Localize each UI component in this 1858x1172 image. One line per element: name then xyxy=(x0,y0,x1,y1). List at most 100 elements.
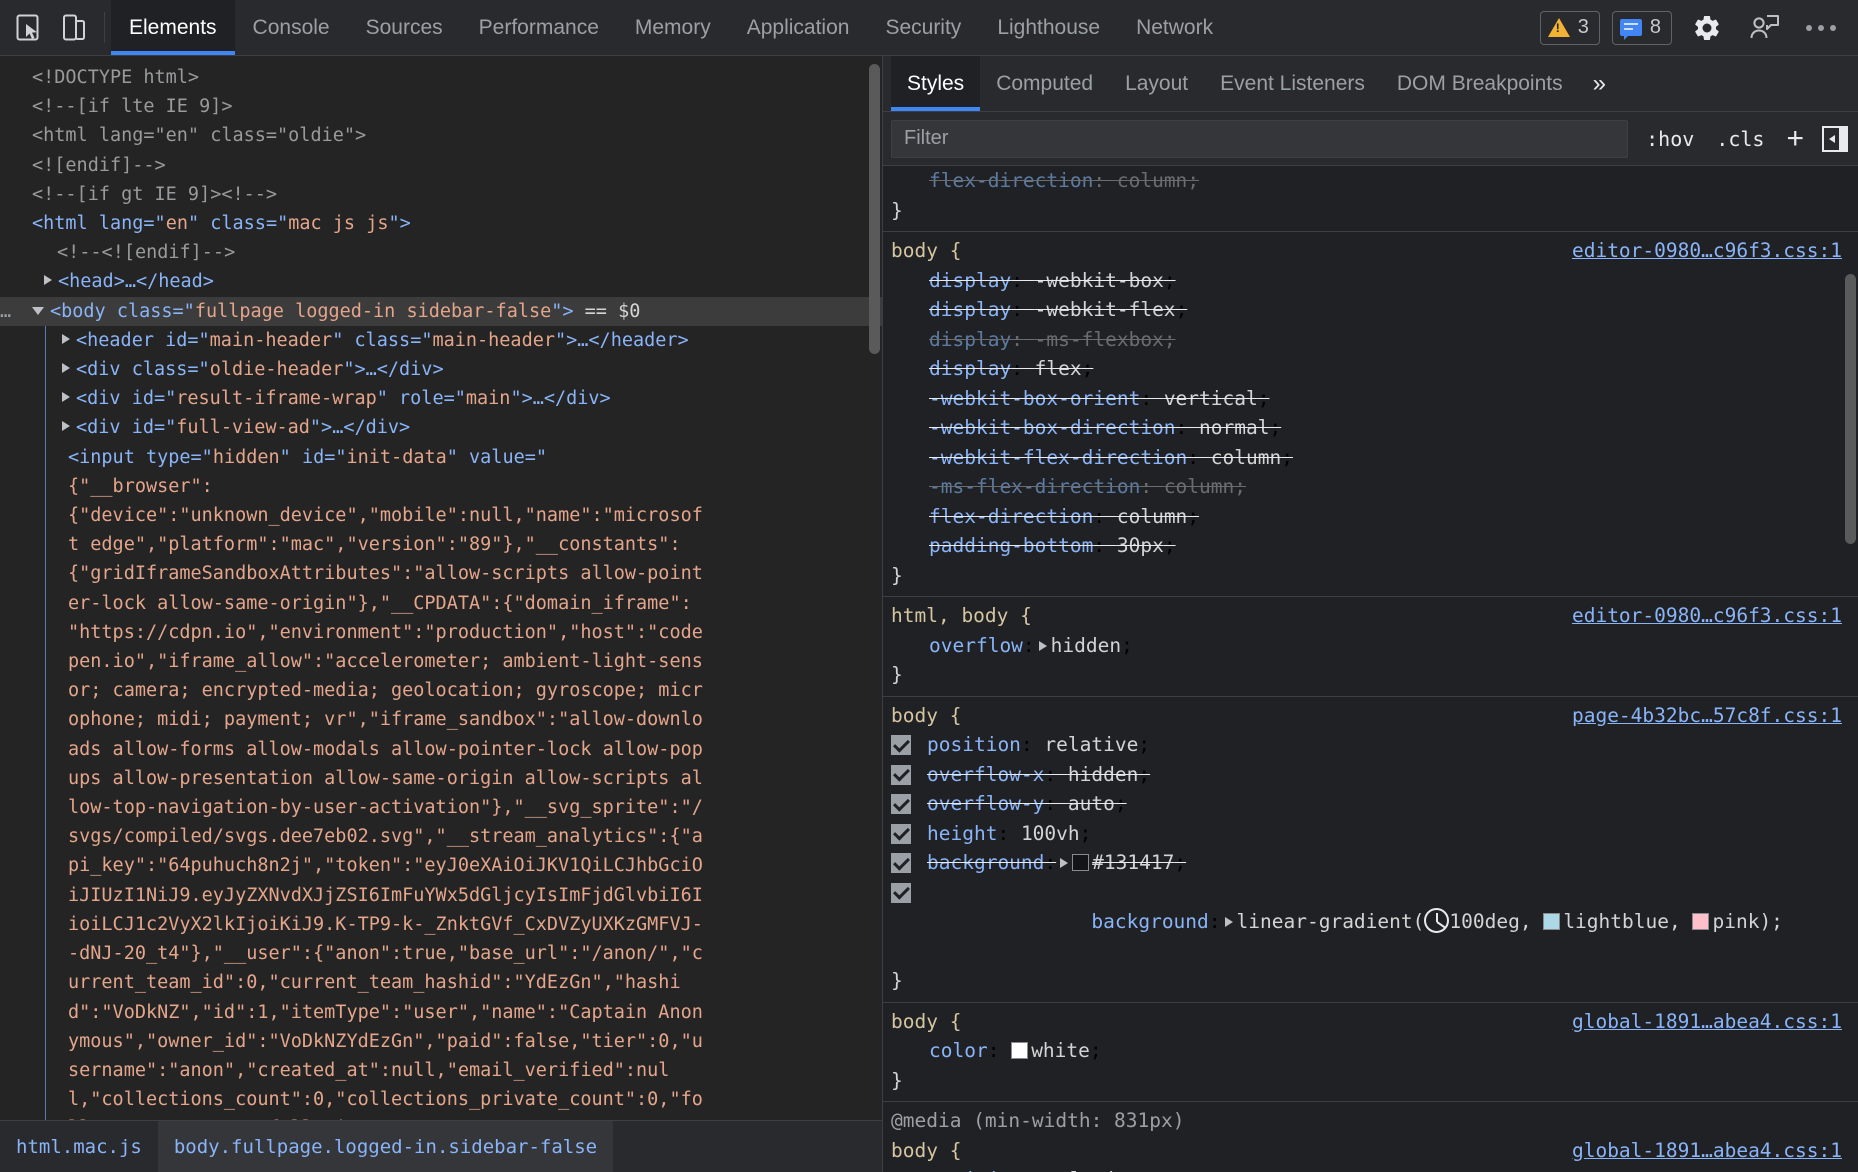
tab-network[interactable]: Network xyxy=(1118,0,1231,55)
declaration-checkbox-background-hex[interactable] xyxy=(891,853,911,873)
dom-node-doctype[interactable]: <!DOCTYPE html> xyxy=(0,63,882,92)
declaration-display-flex[interactable]: display: flex; xyxy=(883,354,1858,384)
color-swatch-white[interactable] xyxy=(1011,1042,1028,1059)
gradient-angle-value[interactable]: 100deg xyxy=(1449,910,1519,933)
selector-body-editor[interactable]: body { xyxy=(891,236,961,266)
expand-triangle-oldieheader-icon[interactable] xyxy=(62,363,70,373)
expand-triangle-head-icon[interactable] xyxy=(44,275,52,285)
expand-triangle-fullviewad-icon[interactable] xyxy=(62,421,70,431)
expand-shorthand-icon[interactable] xyxy=(1039,641,1047,651)
selector-media-body[interactable]: body { xyxy=(891,1136,961,1166)
dom-node-body-selected[interactable]: …<body class="fullpage logged-in sidebar… xyxy=(0,297,882,326)
tab-sources[interactable]: Sources xyxy=(348,0,461,55)
declaration-media-position[interactable]: position: relative; xyxy=(883,1165,1858,1172)
dom-node-endif[interactable]: <![endif]--> xyxy=(0,151,882,180)
dom-node-endif2[interactable]: <!--<![endif]--> xyxy=(0,238,882,267)
tab-computed[interactable]: Computed xyxy=(980,56,1109,111)
declaration-flex-direction-top[interactable]: flex-direction: column; xyxy=(883,166,1858,196)
tab-console[interactable]: Console xyxy=(235,0,348,55)
expand-triangle-resultiframe-icon[interactable] xyxy=(62,392,70,402)
inspect-cursor-icon[interactable] xyxy=(6,0,52,55)
color-swatch-131417[interactable] xyxy=(1072,854,1089,871)
declaration-padding-bottom[interactable]: padding-bottom: 30px; xyxy=(883,531,1858,561)
styles-filter-input[interactable] xyxy=(891,120,1628,158)
tab-elements[interactable]: Elements xyxy=(111,0,235,55)
declaration-webkit-box-orient[interactable]: -webkit-box-orient: vertical; xyxy=(883,384,1858,414)
chevron-double-right-icon[interactable]: » xyxy=(1579,56,1620,111)
declaration-background-hex[interactable]: background:#131417; xyxy=(883,848,1858,878)
breadcrumb-item-body[interactable]: body.fullpage.logged-in.sidebar-false xyxy=(158,1121,613,1172)
tab-dom-breakpoints[interactable]: DOM Breakpoints xyxy=(1381,56,1579,111)
dom-node-head[interactable]: <head>…</head> xyxy=(0,267,882,296)
selector-body-page[interactable]: body { xyxy=(891,701,961,731)
tab-performance[interactable]: Performance xyxy=(461,0,617,55)
css-rules-list[interactable]: flex-direction: column; } body { editor-… xyxy=(883,166,1858,1172)
declaration-ms-flex-direction[interactable]: -ms-flex-direction: column; xyxy=(883,472,1858,502)
declaration-color-white[interactable]: color: white; xyxy=(883,1036,1858,1066)
dom-node-header[interactable]: <header id="main-header" class="main-hea… xyxy=(0,326,882,355)
declaration-height[interactable]: height: 100vh; xyxy=(883,819,1858,849)
declaration-webkit-box-direction[interactable]: -webkit-box-direction: normal; xyxy=(883,413,1858,443)
tab-memory[interactable]: Memory xyxy=(617,0,729,55)
declaration-checkbox-background-gradient[interactable] xyxy=(891,883,911,903)
dom-tree-scrollbar[interactable] xyxy=(869,64,880,354)
declaration-display-webkit-box[interactable]: display: -webkit-box; xyxy=(883,266,1858,296)
color-swatch-pink[interactable] xyxy=(1692,913,1709,930)
declaration-position-relative[interactable]: position: relative; xyxy=(883,730,1858,760)
new-style-rule-button[interactable]: + xyxy=(1782,124,1808,154)
dom-node-result-iframe-wrap[interactable]: <div id="result-iframe-wrap" role="main"… xyxy=(0,384,882,413)
origin-link-media-body[interactable]: global-1891…abea4.css:1 xyxy=(1572,1136,1842,1166)
declaration-display-webkit-flex[interactable]: display: -webkit-flex; xyxy=(883,295,1858,325)
expand-background-icon[interactable] xyxy=(1060,858,1068,868)
origin-link-body-page[interactable]: page-4b32bc…57c8f.css:1 xyxy=(1572,701,1842,731)
tab-security[interactable]: Security xyxy=(867,0,979,55)
css-pane-scrollbar[interactable] xyxy=(1845,274,1856,544)
declaration-checkbox-position[interactable] xyxy=(891,735,911,755)
toggle-sidebar-icon[interactable] xyxy=(1822,126,1848,152)
dom-node-full-view-ad[interactable]: <div id="full-view-ad">…</div> xyxy=(0,413,882,442)
declaration-overflow-y[interactable]: overflow-y: auto; xyxy=(883,789,1858,819)
gear-icon[interactable] xyxy=(1684,13,1730,43)
cls-toggle-button[interactable]: .cls xyxy=(1712,127,1768,151)
dom-node-init-data-input[interactable]: <input type="hidden" id="init-data" valu… xyxy=(0,443,882,472)
expand-triangle-header-icon[interactable] xyxy=(62,334,70,344)
dom-node-html-mac[interactable]: <html lang="en" class="mac js js"> xyxy=(0,209,882,238)
dom-node-conditional-gt[interactable]: <!--[if gt IE 9]><!--> xyxy=(0,180,882,209)
expand-gradient-icon[interactable] xyxy=(1225,917,1233,927)
origin-link-html-body[interactable]: editor-0980…c96f3.css:1 xyxy=(1572,601,1842,631)
declaration-checkbox-overflow-y[interactable] xyxy=(891,794,911,814)
declaration-webkit-flex-direction[interactable]: -webkit-flex-direction: column; xyxy=(883,443,1858,473)
breadcrumb-item-html[interactable]: html.mac.js xyxy=(0,1121,158,1172)
declaration-overflow-x[interactable]: overflow-x: hidden; xyxy=(883,760,1858,790)
tab-application[interactable]: Application xyxy=(729,0,868,55)
feedback-person-icon[interactable] xyxy=(1742,13,1788,43)
gradient-stop2-value[interactable]: pink xyxy=(1712,910,1759,933)
origin-link-body-editor[interactable]: editor-0980…c96f3.css:1 xyxy=(1572,236,1842,266)
dom-init-data-value-text[interactable]: {"__browser": {"device":"unknown_device"… xyxy=(0,472,882,1120)
dom-node-oldie-header[interactable]: <div class="oldie-header">…</div> xyxy=(0,355,882,384)
dom-node-html-oldie[interactable]: <html lang="en" class="oldie"> xyxy=(0,121,882,150)
gradient-stop1-value[interactable]: lightblue xyxy=(1563,910,1669,933)
tab-lighthouse[interactable]: Lighthouse xyxy=(979,0,1118,55)
declaration-background-gradient[interactable]: background:linear-gradient(100deg, light… xyxy=(883,878,1858,967)
collapse-triangle-body-icon[interactable] xyxy=(32,307,44,315)
angle-dial-icon[interactable] xyxy=(1424,908,1449,933)
hov-toggle-button[interactable]: :hov xyxy=(1642,127,1698,151)
more-options-icon[interactable] xyxy=(1800,25,1842,31)
selector-html-body[interactable]: html, body { xyxy=(891,601,1032,631)
declaration-overflow-hidden[interactable]: overflow:hidden; xyxy=(883,631,1858,661)
declaration-display-ms-flexbox[interactable]: display: -ms-flexbox; xyxy=(883,325,1858,355)
warning-counter[interactable]: 3 xyxy=(1540,11,1600,45)
declaration-flex-direction[interactable]: flex-direction: column; xyxy=(883,502,1858,532)
declaration-checkbox-overflow-x[interactable] xyxy=(891,765,911,785)
message-counter[interactable]: 8 xyxy=(1612,11,1672,45)
selector-body-global[interactable]: body { xyxy=(891,1007,961,1037)
device-toggle-icon[interactable] xyxy=(52,0,98,55)
dom-tree-scroll[interactable]: <!DOCTYPE html> <!--[if lte IE 9]> <html… xyxy=(0,56,882,1120)
tab-event-listeners[interactable]: Event Listeners xyxy=(1204,56,1381,111)
declaration-checkbox-height[interactable] xyxy=(891,824,911,844)
tab-layout[interactable]: Layout xyxy=(1109,56,1204,111)
origin-link-body-global[interactable]: global-1891…abea4.css:1 xyxy=(1572,1007,1842,1037)
tab-styles[interactable]: Styles xyxy=(891,56,980,111)
dom-node-conditional-open[interactable]: <!--[if lte IE 9]> xyxy=(0,92,882,121)
